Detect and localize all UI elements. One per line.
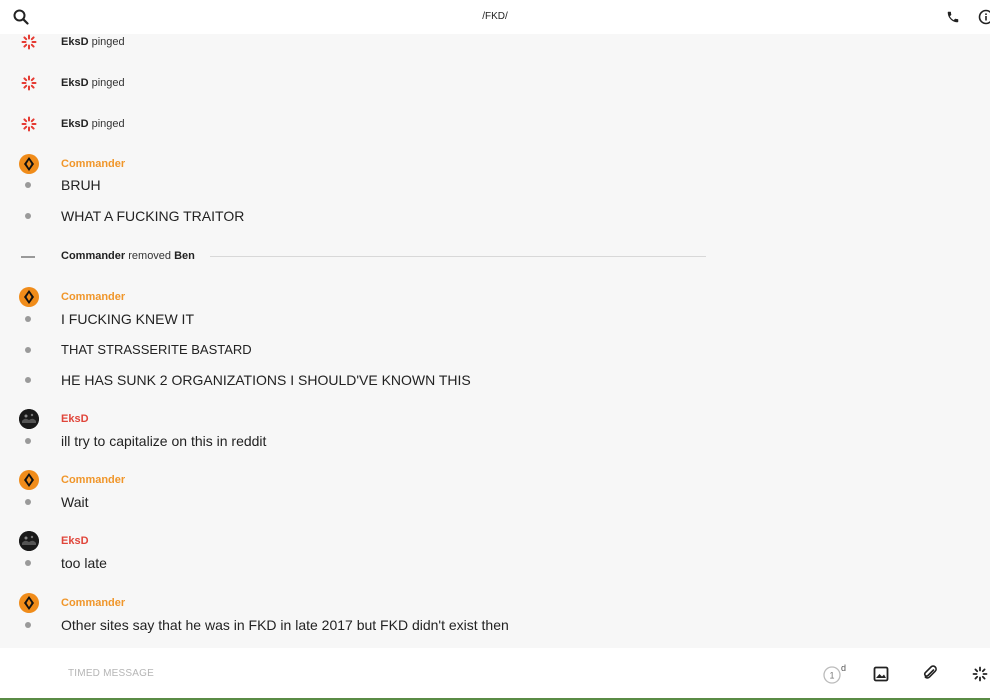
message-bullet [25,213,31,219]
timer-icon[interactable]: 1 d [822,663,848,691]
message-author[interactable]: Commander [61,474,125,486]
divider-dash [21,256,35,258]
divider-line [210,256,706,257]
message-bullet [25,499,31,505]
member-removed-event: Commander removed Ben [0,248,990,266]
avatar[interactable] [19,409,39,429]
info-icon[interactable] [978,9,990,30]
ping-icon [21,116,37,132]
conversation-header: /FKD/ [0,0,990,34]
ping-icon [21,75,37,91]
paperclip-icon[interactable] [922,665,938,686]
message-text: WHAT A FUCKING TRAITOR [61,208,245,224]
message-text: HE HAS SUNK 2 ORGANIZATIONS I SHOULD'VE … [61,372,471,388]
ping-icon [21,34,37,50]
conversation-title: /FKD/ [482,11,508,22]
avatar[interactable] [19,531,39,551]
ping-text: EksD pinged [61,118,125,130]
ping-text: EksD pinged [61,36,125,48]
message-text: too late [61,555,107,571]
message-text: I FUCKING KNEW IT [61,311,194,327]
message-bullet [25,622,31,628]
message-input[interactable]: TIMED MESSAGE [68,668,154,679]
message-bullet [25,182,31,188]
message-bullet [25,377,31,383]
timer-unit: d [841,664,846,673]
timer-value: 1 [829,671,834,681]
image-icon[interactable] [873,666,889,687]
ping-text: EksD pinged [61,77,125,89]
message-text: Wait [61,494,89,510]
message-bullet [25,316,31,322]
message-author[interactable]: EksD [61,535,89,547]
avatar[interactable] [19,470,39,490]
message-author[interactable]: EksD [61,413,89,425]
message-bullet [25,347,31,353]
message-text: Other sites say that he was in FKD in la… [61,617,509,633]
message-text: ill try to capitalize on this in reddit [61,433,267,449]
message-author[interactable]: Commander [61,158,125,170]
avatar[interactable] [19,154,39,174]
avatar[interactable] [19,593,39,613]
message-text: BRUH [61,177,101,193]
ping-icon[interactable] [972,666,988,687]
message-composer: TIMED MESSAGE 1 d [0,648,990,700]
phone-icon[interactable] [946,10,960,29]
message-text: THAT STRASSERITE BASTARD [61,342,252,357]
message-feed[interactable]: EksD pinged EksD pinged EksD pinged Comm… [0,34,990,648]
message-author[interactable]: Commander [61,597,125,609]
message-author[interactable]: Commander [61,291,125,303]
message-bullet [25,438,31,444]
avatar[interactable] [19,287,39,307]
removal-text: Commander removed Ben [61,250,195,262]
message-bullet [25,560,31,566]
